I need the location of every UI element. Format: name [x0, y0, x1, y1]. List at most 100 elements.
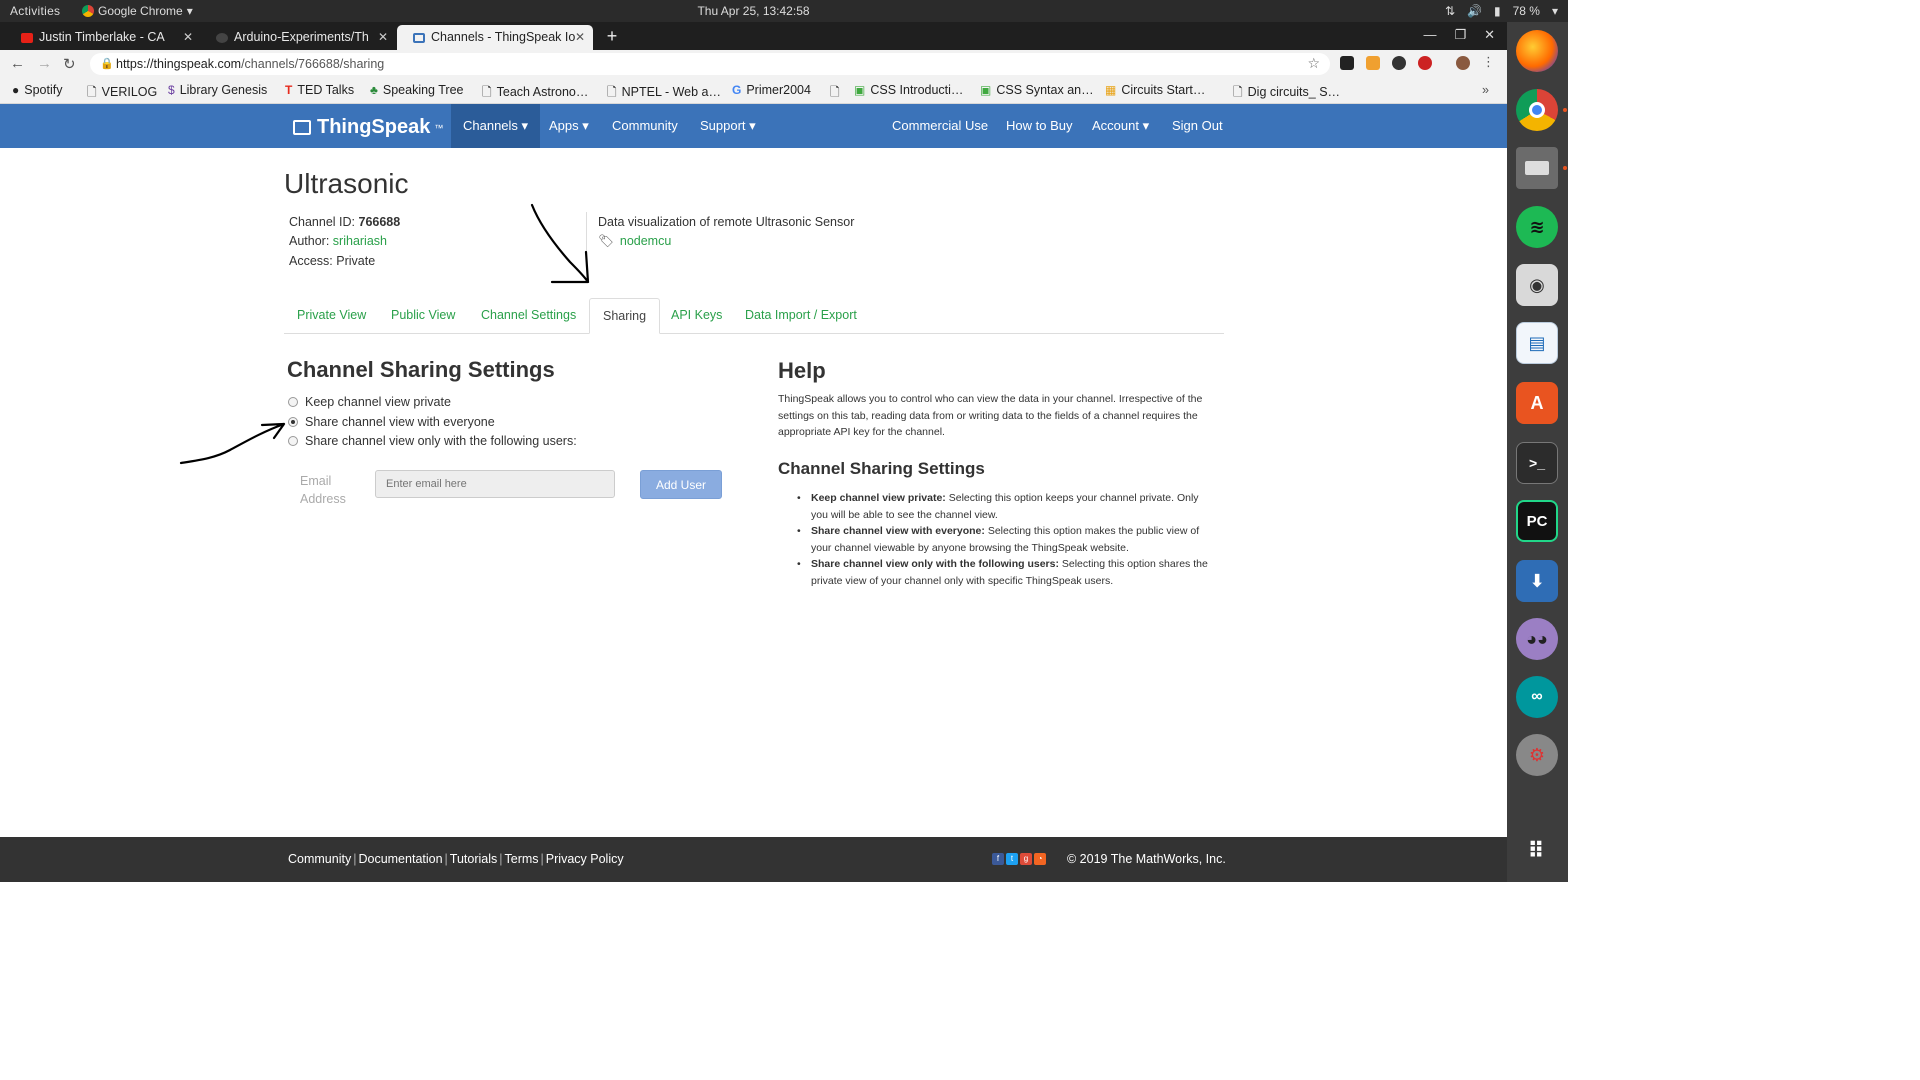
- extension-icon[interactable]: [1418, 56, 1432, 70]
- channel-description: Data visualization of remote Ultrasonic …: [598, 215, 855, 229]
- bookmark-item[interactable]: 🗋 VERILOG: [87, 83, 157, 104]
- forward-icon[interactable]: →: [37, 55, 52, 72]
- bookmark-item[interactable]: 🗋: [830, 83, 845, 104]
- reload-icon[interactable]: ↻: [63, 55, 76, 73]
- writer-icon[interactable]: ▤: [1516, 322, 1558, 364]
- radio-share-everyone[interactable]: Share channel view with everyone: [288, 415, 495, 429]
- bookmark-star-icon[interactable]: ☆: [1307, 55, 1320, 72]
- email-field[interactable]: [375, 470, 615, 498]
- google-icon: G: [732, 83, 742, 97]
- files-icon[interactable]: [1516, 147, 1558, 189]
- pycharm-icon[interactable]: PC: [1516, 500, 1558, 542]
- tab-data-import-export[interactable]: Data Import / Export: [732, 298, 870, 334]
- tab-private-view[interactable]: Private View: [284, 298, 379, 334]
- radio-button[interactable]: [288, 436, 298, 446]
- nav-account[interactable]: Account ▾: [1080, 104, 1161, 148]
- extension-icon[interactable]: [1392, 56, 1406, 70]
- extension-icon[interactable]: [1366, 56, 1380, 70]
- nav-community[interactable]: Community: [600, 104, 690, 148]
- page-icon: 🗋: [1233, 85, 1243, 99]
- nav-channels[interactable]: Channels ▾: [451, 104, 541, 148]
- url-path: /channels/766688/sharing: [241, 57, 385, 71]
- tag-link[interactable]: nodemcu: [620, 234, 671, 248]
- radio-button[interactable]: [288, 397, 298, 407]
- bookmarks-bar: ● Spotify 🗋 VERILOG $ Library Genesis T TED …: [0, 78, 1507, 104]
- minimize-icon[interactable]: —: [1423, 27, 1436, 43]
- close-icon[interactable]: ✕: [183, 30, 193, 44]
- address-bar[interactable]: 🔒 https://thingspeak.com/channels/766688…: [90, 53, 1330, 75]
- profile-avatar[interactable]: [1456, 56, 1470, 70]
- rhythmbox-icon[interactable]: ◉: [1516, 264, 1558, 306]
- bookmark-item[interactable]: ▣ CSS Syntax an…: [980, 83, 1094, 97]
- email-label: Email Address: [300, 474, 346, 506]
- browser-tab-active[interactable]: Channels - ThingSpeak Io ✕: [397, 25, 593, 50]
- software-center-icon[interactable]: A: [1516, 382, 1558, 424]
- new-tab-button[interactable]: +: [602, 26, 622, 47]
- bookmark-item[interactable]: $ Library Genesis: [168, 83, 267, 97]
- nav-how-to-buy[interactable]: How to Buy: [994, 104, 1084, 148]
- tab-channel-settings[interactable]: Channel Settings: [468, 298, 589, 334]
- radio-keep-private[interactable]: Keep channel view private: [288, 395, 451, 409]
- footer-link-privacy[interactable]: Privacy Policy: [546, 852, 624, 866]
- terminal-icon[interactable]: >_: [1516, 442, 1558, 484]
- back-icon[interactable]: ←: [10, 55, 25, 72]
- browser-tab[interactable]: Arduino-Experiments/Th ✕: [200, 25, 396, 50]
- sharing-heading: Channel Sharing Settings: [287, 357, 555, 382]
- bookmark-item[interactable]: ▣ CSS Introducti…: [854, 83, 963, 97]
- footer-link-community[interactable]: Community: [288, 852, 351, 866]
- bookmark-item[interactable]: ▦ Circuits Start…: [1105, 83, 1205, 97]
- google-plus-icon[interactable]: g: [1020, 853, 1032, 865]
- pidgin-icon[interactable]: ◕◕: [1516, 618, 1558, 660]
- twitter-icon[interactable]: t: [1006, 853, 1018, 865]
- footer-link-tutorials[interactable]: Tutorials: [450, 852, 497, 866]
- maximize-icon[interactable]: ❐: [1454, 27, 1466, 43]
- copyright: © 2019 The MathWorks, Inc.: [1067, 852, 1226, 866]
- bookmark-item[interactable]: 🗋 NPTEL - Web a…: [607, 83, 721, 104]
- facebook-icon[interactable]: f: [992, 853, 1004, 865]
- app-grid-icon[interactable]: ⠿: [1516, 830, 1558, 872]
- browser-tab[interactable]: Justin Timberlake - CA ✕: [5, 25, 201, 50]
- thingspeak-icon: [413, 33, 425, 43]
- add-user-button[interactable]: Add User: [640, 470, 722, 499]
- radio-share-users[interactable]: Share channel view only with the followi…: [288, 434, 577, 448]
- bookmark-item[interactable]: 🗋 Teach Astrono…: [482, 83, 588, 104]
- firefox-icon[interactable]: [1516, 30, 1558, 72]
- rss-icon[interactable]: ◔: [1034, 853, 1046, 865]
- thingspeak-logo[interactable]: ThingSpeak ™: [293, 116, 443, 139]
- author-link[interactable]: srihariash: [333, 234, 387, 248]
- tags-icon: 🏷: [598, 234, 614, 248]
- close-icon[interactable]: ✕: [378, 30, 388, 44]
- close-window-icon[interactable]: ✕: [1484, 27, 1495, 43]
- menu-dots-icon[interactable]: ⋮: [1482, 55, 1496, 70]
- clock[interactable]: Thu Apr 25, 13:42:58: [0, 4, 1507, 18]
- bookmark-item[interactable]: ♣ Speaking Tree: [370, 83, 463, 97]
- page-icon: 🗋: [607, 85, 617, 99]
- list-item: Share channel view with everyone: Select…: [795, 523, 1210, 556]
- settings-icon[interactable]: ⚙: [1516, 734, 1558, 776]
- radio-button-selected[interactable]: [288, 417, 298, 427]
- rss-icon[interactable]: [1340, 56, 1354, 70]
- tab-api-keys[interactable]: API Keys: [658, 298, 735, 334]
- footer-link-documentation[interactable]: Documentation: [358, 852, 442, 866]
- bookmark-item[interactable]: G Primer2004: [732, 83, 811, 97]
- bookmark-item[interactable]: 🗋 Dig circuits_ S…: [1233, 83, 1340, 104]
- tab-public-view[interactable]: Public View: [378, 298, 468, 334]
- browser-tab-strip: Justin Timberlake - CA ✕ Arduino-Experim…: [0, 22, 1507, 50]
- bookmark-item[interactable]: ● Spotify: [12, 83, 62, 97]
- tab-sharing[interactable]: Sharing: [589, 298, 661, 334]
- footer-link-terms[interactable]: Terms: [505, 852, 539, 866]
- bookmark-item[interactable]: T TED Talks: [285, 83, 354, 97]
- nav-apps[interactable]: Apps ▾: [537, 104, 601, 148]
- nav-sign-out[interactable]: Sign Out: [1160, 104, 1235, 148]
- help-intro: ThingSpeak allows you to control who can…: [778, 393, 1203, 438]
- chrome-icon[interactable]: [1516, 89, 1558, 131]
- close-icon[interactable]: ✕: [575, 30, 585, 44]
- installer-icon[interactable]: ⬇: [1516, 560, 1558, 602]
- arduino-icon[interactable]: ∞: [1516, 676, 1558, 718]
- nav-commercial-use[interactable]: Commercial Use: [880, 104, 1000, 148]
- spotify-icon[interactable]: ≋: [1516, 206, 1558, 248]
- nav-support[interactable]: Support ▾: [688, 104, 768, 148]
- bookmarks-overflow-icon[interactable]: »: [1482, 83, 1489, 97]
- system-tray[interactable]: ⇅ 🔊 ▮ 78 % ▾: [1445, 4, 1558, 18]
- channel-tags: 🏷 nodemcu: [598, 234, 671, 249]
